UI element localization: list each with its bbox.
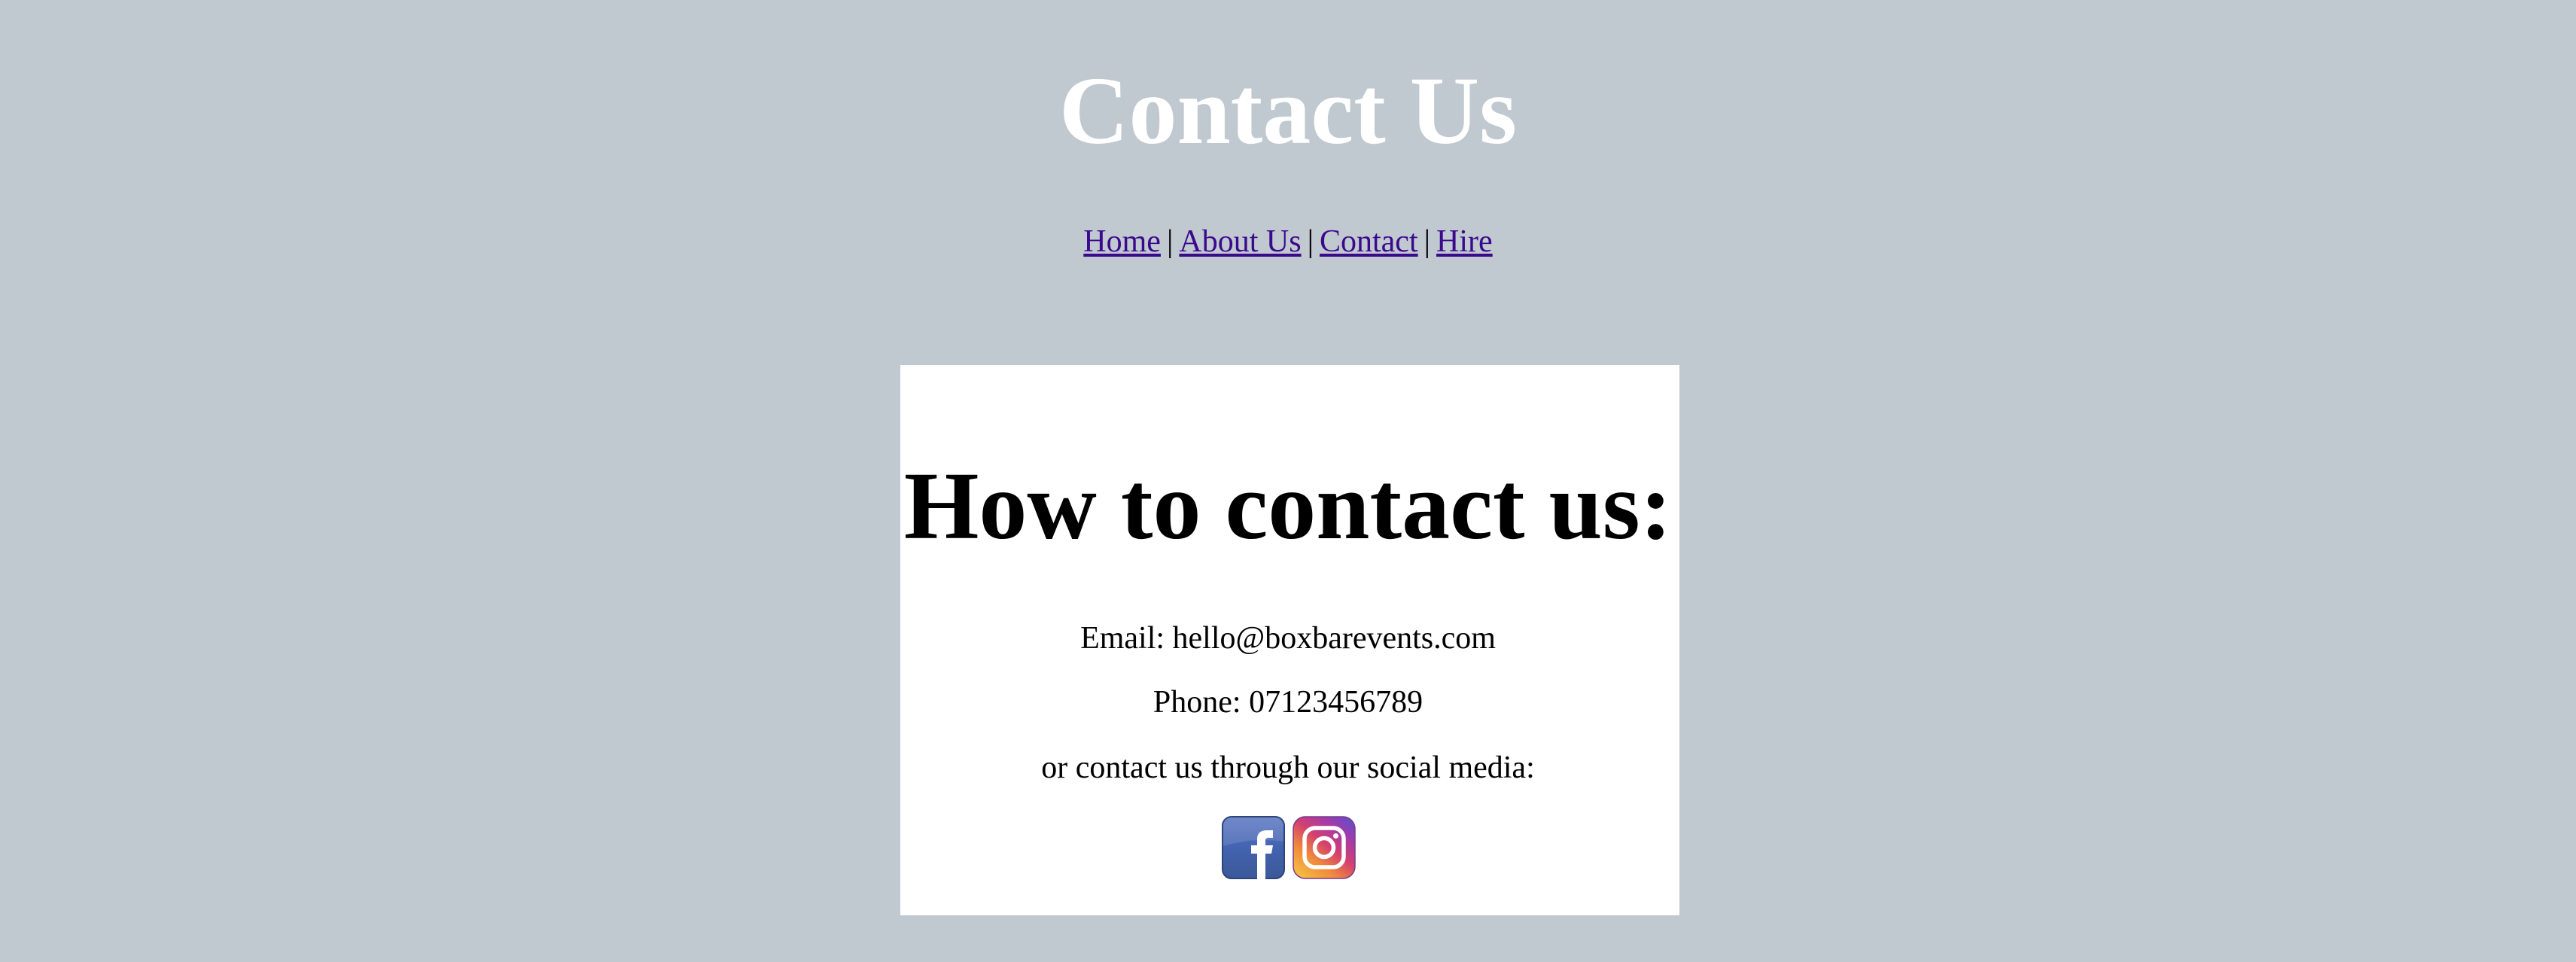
main-nav: Home | About Us | Contact | Hire — [0, 217, 2576, 266]
page-title: Contact Us — [1059, 57, 1517, 164]
phone-text: Phone: 07123456789 — [1153, 685, 1423, 720]
nav-separator: | — [1423, 224, 1431, 259]
nav-separator: | — [1307, 224, 1314, 259]
nav-link-about-us[interactable]: About Us — [1179, 224, 1301, 259]
facebook-link[interactable] — [1222, 816, 1285, 879]
nav-separator: | — [1166, 224, 1174, 259]
instagram-link[interactable] — [1293, 816, 1356, 879]
email-text: Email: hello@boxbarevents.com — [1080, 621, 1496, 656]
contact-heading: How to contact us: — [903, 452, 1673, 559]
nav-link-hire[interactable]: Hire — [1436, 224, 1493, 259]
nav-link-home[interactable]: Home — [1083, 224, 1161, 259]
social-text: or contact us through our social media: — [1041, 750, 1535, 785]
nav-link-contact[interactable]: Contact — [1320, 224, 1418, 259]
instagram-icon — [1293, 816, 1356, 879]
social-links — [1222, 816, 1356, 879]
facebook-icon — [1222, 816, 1285, 879]
